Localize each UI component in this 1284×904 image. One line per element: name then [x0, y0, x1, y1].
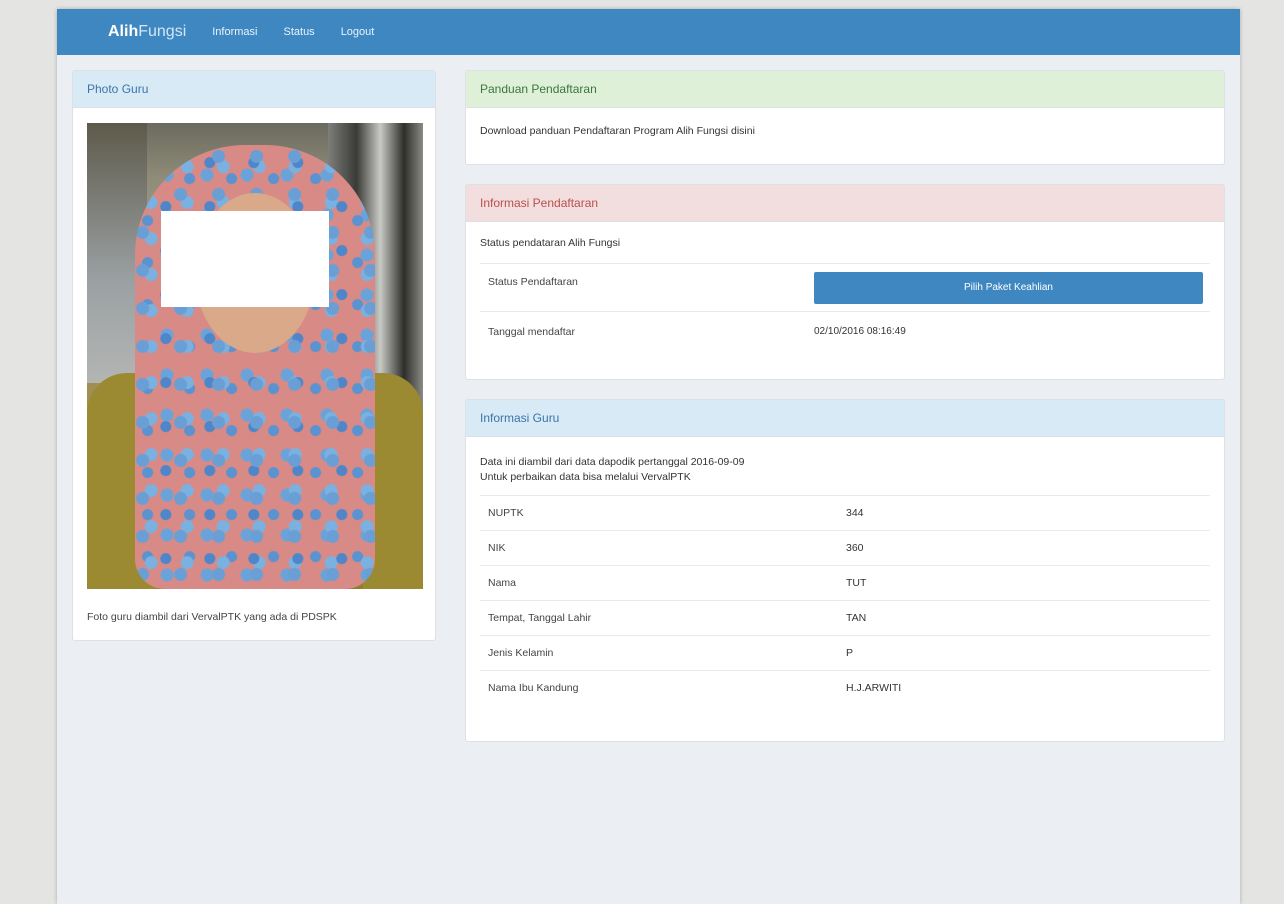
nav-informasi[interactable]: Informasi	[212, 26, 257, 38]
nav-logout[interactable]: Logout	[341, 26, 375, 38]
informasi-pendaftaran-heading: Informasi Pendaftaran	[466, 185, 1224, 222]
jenis-kelamin-label: Jenis Kelamin	[488, 647, 554, 659]
tanggal-label: Tanggal mendaftar	[488, 325, 575, 338]
top-navbar: AlihFungsi Informasi Status Logout	[57, 9, 1240, 55]
table-row: Jenis Kelamin P	[480, 635, 1210, 670]
panduan-pendaftaran-panel: Panduan Pendaftaran Download panduan Pen…	[465, 70, 1225, 165]
nama-ibu-label: Nama Ibu Kandung	[488, 682, 579, 694]
status-row: Status Pendaftaran Pilih Paket Keahlian	[480, 263, 1210, 311]
nuptk-label: NUPTK	[488, 507, 524, 519]
app-page: AlihFungsi Informasi Status Logout Photo…	[57, 9, 1240, 904]
table-row: NIK 360	[480, 530, 1210, 565]
informasi-guru-panel: Informasi Guru Data ini diambil dari dat…	[465, 399, 1225, 742]
nik-label: NIK	[488, 542, 506, 554]
teacher-photo	[87, 123, 423, 589]
status-label: Status Pendaftaran	[488, 276, 578, 288]
nama-ibu-value: H.J.ARWITI	[846, 682, 902, 694]
ttl-label: Tempat, Tanggal Lahir	[488, 612, 592, 624]
nama-value: TUT	[846, 577, 867, 589]
table-row: Nama Ibu Kandung H.J.ARWITI	[480, 670, 1210, 705]
nik-value: 360	[846, 542, 864, 554]
guru-note-line2: Untuk perbaikan data bisa melalui Verval…	[480, 471, 691, 483]
guru-note-line1: Data ini diambil dari data dapodik perta…	[480, 456, 745, 468]
informasi-guru-heading: Informasi Guru	[466, 400, 1224, 437]
nuptk-value: 344	[846, 507, 864, 519]
photo-guru-panel: Photo Guru Foto guru diambil dari Verval…	[72, 70, 436, 641]
panduan-heading: Panduan Pendaftaran	[466, 71, 1224, 108]
face-redaction-box	[161, 211, 329, 307]
nama-label: Nama	[488, 577, 517, 589]
table-row: NUPTK 344	[480, 495, 1210, 530]
table-row: Tempat, Tanggal Lahir TAN	[480, 600, 1210, 635]
jenis-kelamin-value: P	[846, 647, 854, 659]
pilih-paket-keahlian-button[interactable]: Pilih Paket Keahlian	[814, 271, 1203, 304]
status-subtitle: Status pendataran Alih Fungsi	[480, 237, 621, 249]
nav-status[interactable]: Status	[284, 26, 315, 38]
ttl-value: TAN	[846, 612, 867, 624]
photo-guru-heading: Photo Guru	[73, 71, 435, 108]
photo-caption: Foto guru diambil dari VervalPTK yang ad…	[87, 611, 337, 623]
informasi-pendaftaran-panel: Informasi Pendaftaran Status pendataran …	[465, 184, 1225, 380]
tanggal-value: 02/10/2016 08:16:49	[814, 326, 906, 337]
brand-logo[interactable]: AlihFungsi	[108, 23, 186, 41]
tanggal-row: Tanggal mendaftar 02/10/2016 08:16:49	[480, 311, 1210, 351]
panduan-download-link[interactable]: Download panduan Pendaftaran Program Ali…	[480, 125, 755, 137]
table-row: Nama TUT	[480, 565, 1210, 600]
